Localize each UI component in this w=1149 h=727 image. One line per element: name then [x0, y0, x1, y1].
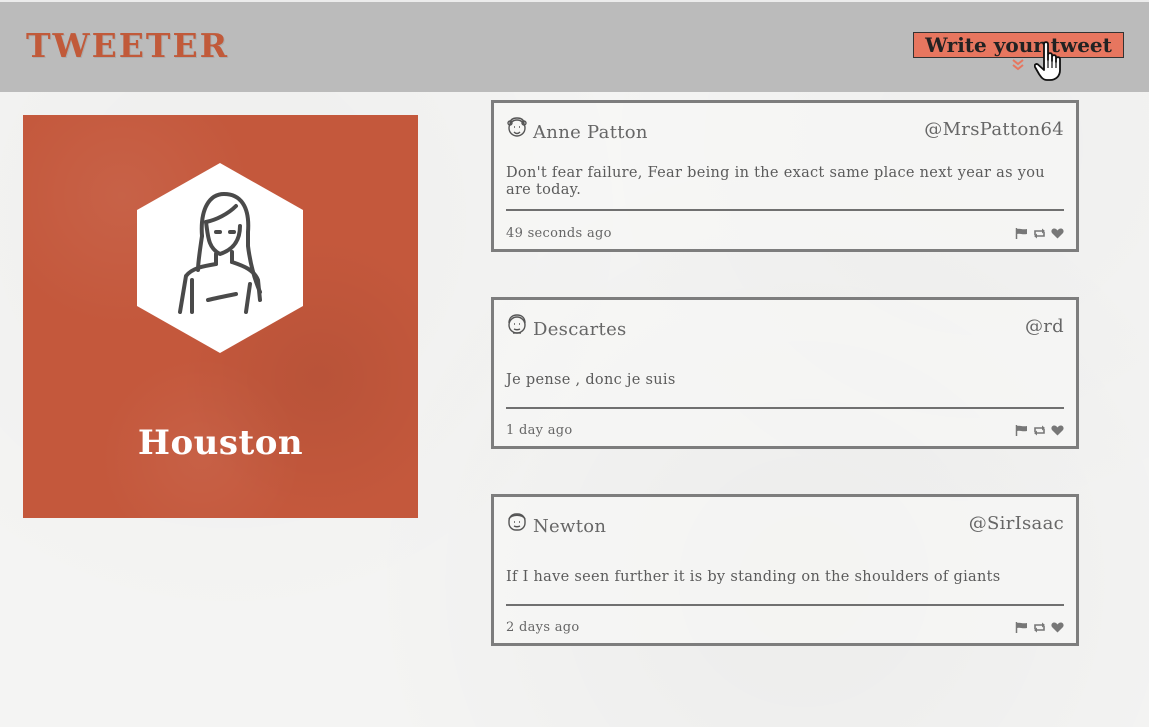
tweet-card: Newton @SirIsaac If I have seen further … [491, 494, 1079, 646]
tweet-author-name[interactable]: Newton [533, 516, 606, 537]
write-tweet-button[interactable]: Write your tweet [913, 32, 1124, 58]
tweet-author-handle[interactable]: @rd [1025, 316, 1064, 337]
profile-card: Houston [23, 115, 418, 518]
tweet-divider [506, 604, 1064, 606]
flag-icon[interactable] [1015, 425, 1028, 436]
navbar: TWEETER Write your tweet [0, 0, 1149, 92]
tweet-text: If I have seen further it is by standing… [506, 569, 1001, 585]
user-avatar-icon [508, 513, 526, 531]
tweet-author-handle[interactable]: @SirIsaac [969, 513, 1064, 534]
chevron-double-down-icon[interactable] [1011, 58, 1025, 72]
tweet-author-handle[interactable]: @MrsPatton64 [924, 119, 1064, 140]
tweet-author-name[interactable]: Descartes [533, 319, 627, 340]
heart-icon[interactable] [1051, 425, 1064, 436]
brand-logo[interactable]: TWEETER [26, 26, 229, 65]
tweet-actions [1010, 425, 1064, 436]
tweet-timestamp: 49 seconds ago [506, 226, 612, 241]
tweet-divider [506, 209, 1064, 211]
user-avatar-icon [507, 117, 527, 137]
tweet-timestamp: 2 days ago [506, 620, 580, 635]
tweet-card: Descartes @rd Je pense , donc je suis 1 … [491, 297, 1079, 449]
tweet-text: Don't fear failure, Fear being in the ex… [506, 165, 1045, 198]
tweet-card: Anne Patton @MrsPatton64 Don't fear fail… [491, 100, 1079, 252]
profile-name: Houston [137, 423, 304, 463]
user-avatar-icon [508, 314, 526, 334]
flag-icon[interactable] [1015, 622, 1028, 633]
tweet-timestamp: 1 day ago [506, 423, 573, 438]
flag-icon[interactable] [1015, 228, 1028, 239]
hand-cursor-icon [1034, 41, 1061, 81]
tweet-actions [1010, 228, 1064, 239]
retweet-icon[interactable] [1033, 228, 1046, 239]
tweet-divider [506, 407, 1064, 409]
retweet-icon[interactable] [1033, 622, 1046, 633]
tweet-author-name[interactable]: Anne Patton [533, 122, 648, 143]
retweet-icon[interactable] [1033, 425, 1046, 436]
heart-icon[interactable] [1051, 622, 1064, 633]
tweet-actions [1010, 622, 1064, 633]
tweet-text: Je pense , donc je suis [506, 372, 676, 388]
heart-icon[interactable] [1051, 228, 1064, 239]
profile-avatar[interactable] [136, 162, 304, 354]
